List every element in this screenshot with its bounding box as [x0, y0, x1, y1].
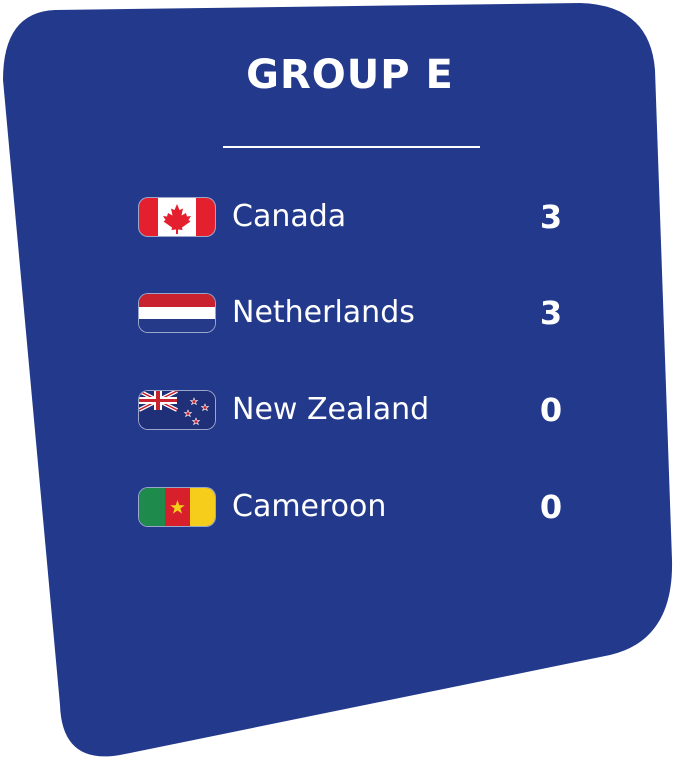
team-points: 0	[539, 488, 563, 526]
cameroon-flag-icon	[139, 488, 215, 526]
new-zealand-flag-icon	[139, 391, 215, 429]
team-name: Netherlands	[232, 295, 415, 330]
title-divider	[223, 146, 480, 148]
group-card-background	[3, 3, 673, 757]
netherlands-flag-icon	[139, 294, 215, 332]
team-row-new-zealand[interactable]: New Zealand 0	[0, 385, 673, 435]
team-name: Canada	[232, 199, 347, 234]
group-standings-card-stage: GROUP E Canada 3 Netherlands 3 New Zeala…	[0, 0, 673, 765]
group-title: GROUP E	[246, 52, 454, 98]
team-row-netherlands[interactable]: Netherlands 3	[0, 288, 673, 338]
team-name: New Zealand	[232, 392, 430, 427]
team-points: 3	[539, 294, 563, 332]
canada-flag-icon	[139, 198, 215, 236]
team-points: 0	[539, 391, 563, 429]
team-row-canada[interactable]: Canada 3	[0, 192, 673, 242]
team-points: 3	[539, 198, 563, 236]
team-name: Cameroon	[232, 489, 387, 524]
team-row-cameroon[interactable]: Cameroon 0	[0, 482, 673, 532]
